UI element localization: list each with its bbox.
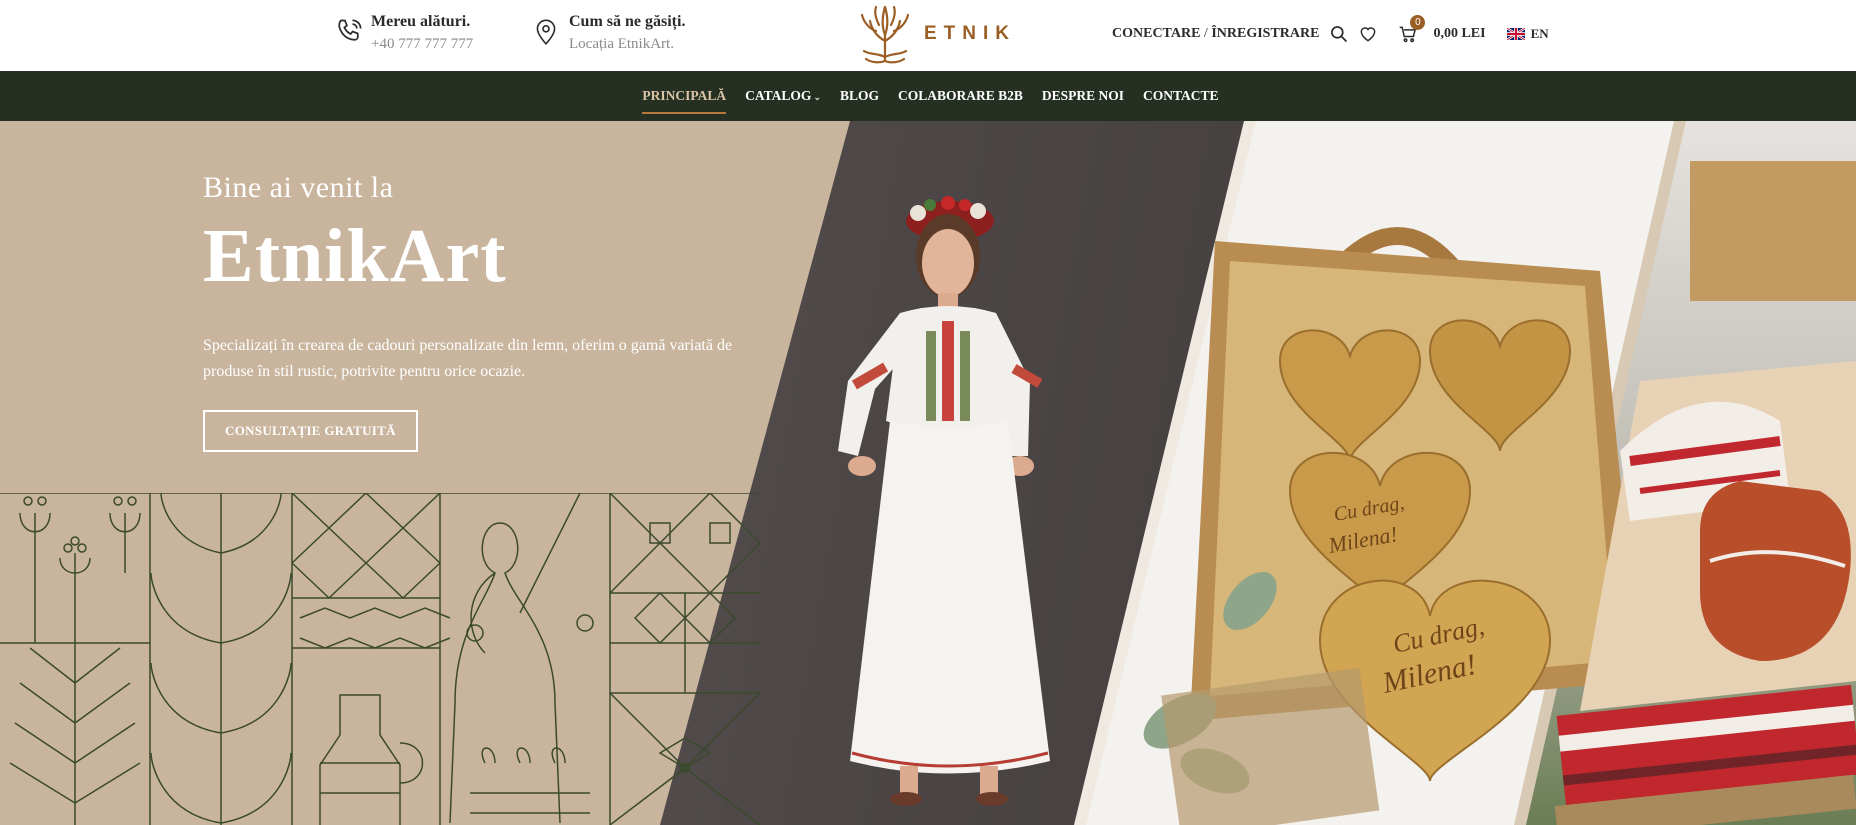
contact-location[interactable]: Cum să ne găsiți. Locația EtnikArt. [533, 11, 685, 56]
nav-item-contacte[interactable]: CONTACTE [1143, 88, 1219, 104]
hero-banner: Cu drag, Milena! Cu drag, Milena! Bine a… [0, 121, 1856, 825]
hero-content: Bine ai venit la EtnikArt Specializați î… [203, 171, 763, 452]
free-consultation-button[interactable]: CONSULTAȚIE GRATUITĂ [203, 410, 418, 452]
register-link[interactable]: ÎNREGISTRARE [1211, 26, 1319, 41]
phone-number[interactable]: +40 777 777 777 [371, 32, 473, 56]
language-label: EN [1530, 26, 1549, 41]
logo-wordmark: ETNIK [924, 23, 1016, 44]
nav-label: COLABORARE B2B [898, 88, 1023, 103]
location-title: Cum să ne găsiți. [569, 13, 686, 30]
folk-pattern-illustration [0, 493, 760, 825]
header-actions: CONECTARE / ÎNREGISTRARE 0 0,00 LEI EN [1112, 15, 1549, 48]
phone-title: Mereu alături. [371, 13, 471, 30]
login-link[interactable]: CONECTARE [1112, 26, 1200, 41]
cart-count-badge: 0 [1410, 15, 1426, 30]
nav-label: CONTACTE [1143, 88, 1219, 103]
cart-icon[interactable]: 0 [1397, 15, 1426, 45]
hero-description: Specializați în crearea de cadouri perso… [203, 337, 733, 380]
nav-list: PRINCIPALĂ CATALOG ⌄ BLOG COLABORARE B2B … [633, 88, 1228, 114]
login-separator: / [1200, 26, 1212, 41]
nav-item-blog[interactable]: BLOG [840, 88, 879, 104]
nav-label: BLOG [839, 88, 879, 103]
main-nav: PRINCIPALĂ CATALOG ⌄ BLOG COLABORARE B2B … [0, 71, 1856, 121]
search-icon[interactable] [1328, 23, 1350, 45]
nav-label: DESPRE NOI [1041, 88, 1125, 103]
site-logo[interactable]: ETNIK [852, 2, 1016, 66]
nav-label: PRINCIPALĂ [642, 88, 727, 103]
woman-in-traditional-dress-image [838, 196, 1050, 806]
phone-icon [335, 11, 371, 51]
tree-logo-icon [860, 5, 910, 64]
cart-total[interactable]: 0,00 LEI [1433, 26, 1485, 42]
top-header: Mereu alături. +40 777 777 777 Cum să ne… [0, 0, 1856, 71]
chevron-down-icon: ⌄ [813, 92, 821, 102]
uk-flag-icon [1506, 28, 1525, 40]
nav-item-despre-noi[interactable]: DESPRE NOI [1042, 88, 1124, 104]
contact-phone[interactable]: Mereu alături. +40 777 777 777 [335, 11, 473, 56]
nav-item-b2b[interactable]: COLABORARE B2B [898, 88, 1023, 104]
language-switcher[interactable]: EN [1506, 26, 1549, 42]
nav-label: CATALOG [745, 88, 812, 103]
hero-subtitle: Bine ai venit la [203, 171, 394, 204]
login-register-link[interactable]: CONECTARE / ÎNREGISTRARE [1112, 26, 1319, 42]
map-pin-icon [533, 11, 569, 51]
nav-item-principala[interactable]: PRINCIPALĂ [642, 88, 727, 114]
nav-item-catalog[interactable]: CATALOG ⌄ [745, 88, 821, 104]
hero-title: EtnikArt [203, 214, 507, 298]
wishlist-heart-icon[interactable] [1357, 23, 1379, 45]
location-text[interactable]: Locația EtnikArt. [569, 32, 685, 56]
